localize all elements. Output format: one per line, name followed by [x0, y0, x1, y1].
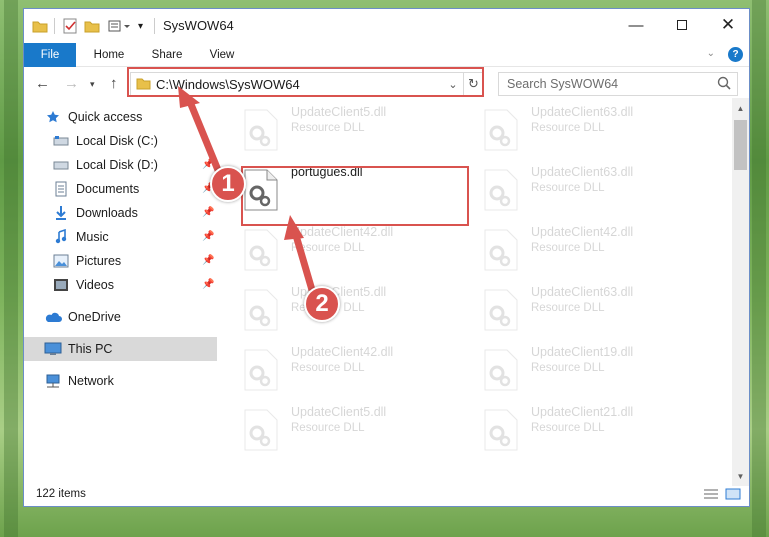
callout-2: 2 [304, 286, 340, 322]
callout-1: 1 [210, 166, 246, 202]
arrows-overlay [178, 86, 316, 291]
arrow-1 [178, 86, 224, 177]
arrow-2 [284, 215, 316, 291]
